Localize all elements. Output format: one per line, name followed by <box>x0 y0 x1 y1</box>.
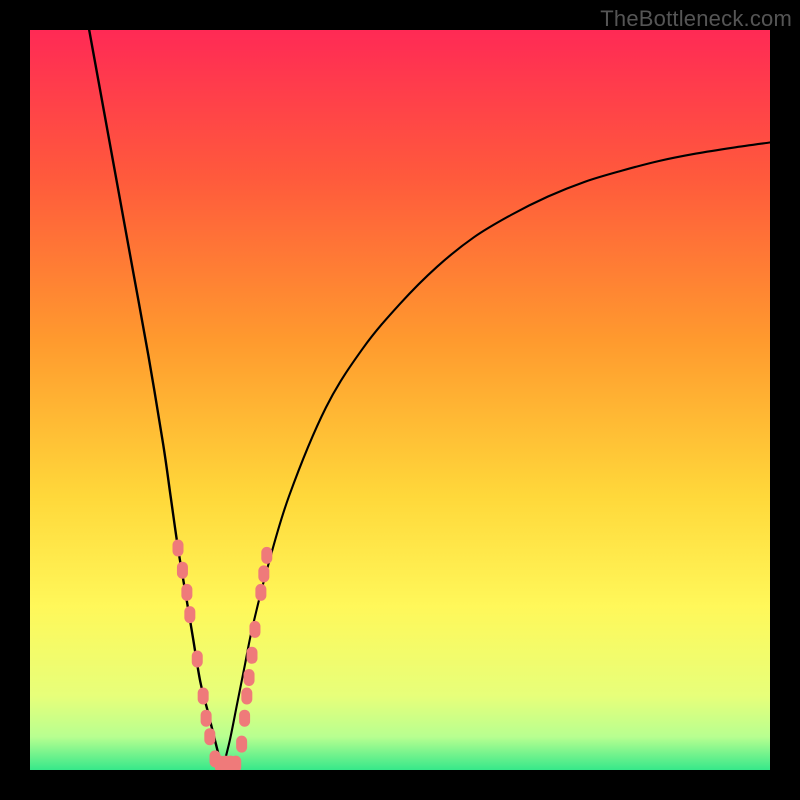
data-marker <box>239 710 250 727</box>
data-marker <box>192 651 203 668</box>
chart-frame: TheBottleneck.com <box>0 0 800 800</box>
data-marker <box>249 621 260 638</box>
data-marker <box>247 647 258 664</box>
data-marker <box>173 540 184 557</box>
data-marker <box>255 584 266 601</box>
data-marker <box>181 584 192 601</box>
data-marker <box>204 728 215 745</box>
bottleneck-chart-svg <box>30 30 770 770</box>
data-marker <box>236 736 247 753</box>
data-marker <box>244 669 255 686</box>
data-marker <box>201 710 212 727</box>
data-marker <box>241 688 252 705</box>
data-marker <box>177 562 188 579</box>
plot-area <box>30 30 770 770</box>
data-marker <box>230 756 241 770</box>
gradient-background <box>30 30 770 770</box>
data-marker <box>184 606 195 623</box>
data-marker <box>198 688 209 705</box>
data-marker <box>258 565 269 582</box>
data-marker <box>261 547 272 564</box>
watermark-text: TheBottleneck.com <box>600 6 792 32</box>
